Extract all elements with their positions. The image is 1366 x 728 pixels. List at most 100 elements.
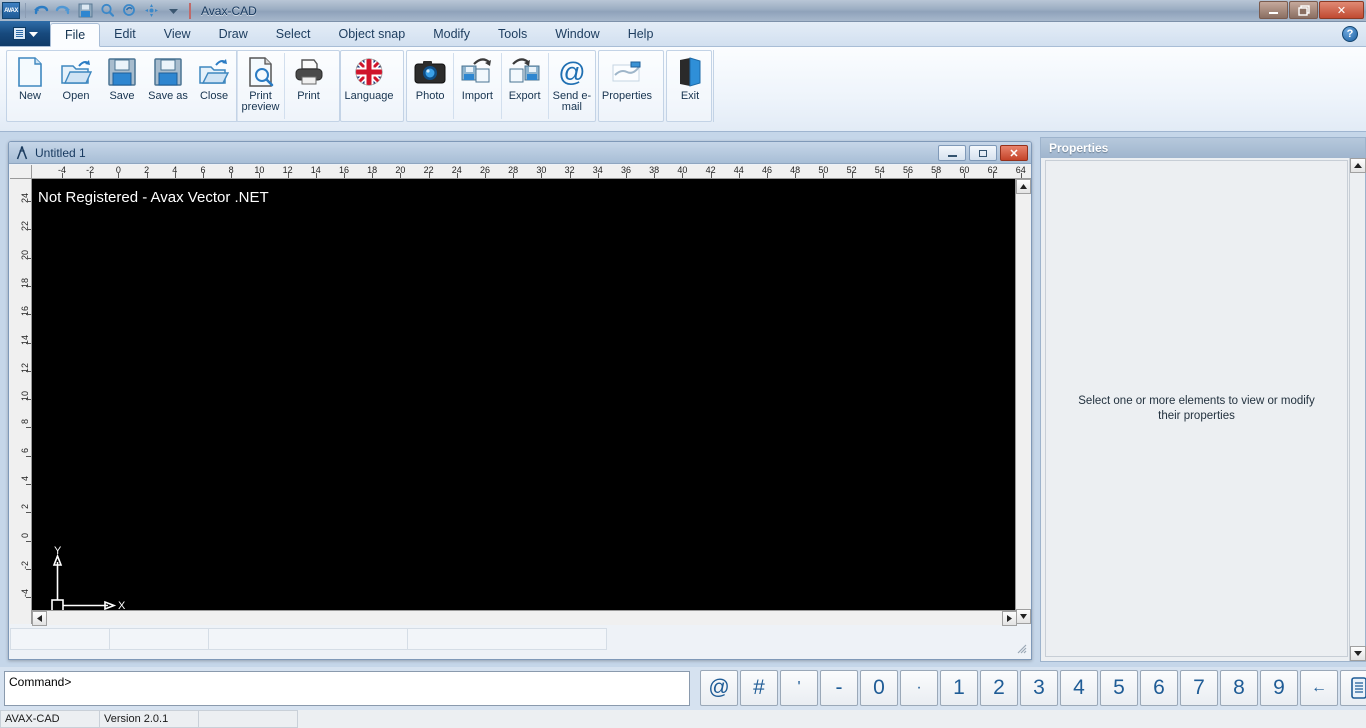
properties-button[interactable]: Properties (599, 51, 655, 121)
key-minus[interactable]: - (820, 670, 858, 706)
caret-right-icon (1007, 615, 1012, 622)
window-close-button[interactable]: ✕ (1319, 1, 1364, 19)
key-8[interactable]: 8 (1220, 670, 1258, 706)
import-icon (461, 56, 493, 88)
workspace: Untitled 1 ✕ -4 -2 0 2 4 6 8 10 12 14 16 18 20 22 24 26… (0, 132, 1366, 667)
properties-panel-body[interactable]: Select one or more elements to view or m… (1045, 160, 1348, 657)
ribbon-group-properties: Properties (598, 50, 664, 122)
import-button[interactable]: Import (454, 51, 500, 121)
avax-app-icon[interactable]: AVAX (2, 2, 20, 19)
print-preview-button[interactable]: Print preview (237, 51, 284, 121)
export-button[interactable]: Export (502, 51, 548, 121)
tab-modify[interactable]: Modify (419, 22, 484, 46)
document-title-bar[interactable]: Untitled 1 ✕ (9, 142, 1031, 164)
application-menu-button[interactable] (0, 21, 50, 46)
ruler-tick (372, 173, 374, 178)
ribbon-group-exchange: Photo Import Export @ Send e-mail (406, 50, 596, 122)
scroll-left-button[interactable] (32, 611, 47, 626)
key-3[interactable]: 3 (1020, 670, 1058, 706)
key-9[interactable]: 9 (1260, 670, 1298, 706)
photo-button-label: Photo (415, 90, 445, 102)
key-1[interactable]: 1 (940, 670, 978, 706)
ruler-tick (428, 173, 430, 178)
send-email-button[interactable]: @ Send e-mail (549, 51, 595, 121)
key-6[interactable]: 6 (1140, 670, 1178, 706)
drawing-canvas[interactable]: Not Registered - Avax Vector .NET Y X (32, 179, 1017, 624)
ruler-tick (936, 173, 938, 178)
key-list[interactable] (1340, 670, 1366, 706)
ruler-tick-label: -4 (20, 589, 30, 598)
ruler-tick (767, 173, 768, 178)
key-hash[interactable]: # (740, 670, 778, 706)
ruler-tick (879, 173, 881, 178)
properties-scroll-up-button[interactable] (1350, 158, 1366, 173)
scroll-down-button[interactable] (1016, 609, 1031, 624)
ruler-tick (26, 314, 31, 316)
pan-icon[interactable] (141, 2, 161, 20)
redo-icon[interactable] (53, 2, 73, 20)
tab-help[interactable]: Help (614, 22, 668, 46)
window-minimize-button[interactable] (1259, 1, 1288, 19)
tab-edit[interactable]: Edit (100, 22, 150, 46)
canvas-horizontal-scrollbar[interactable] (32, 610, 1017, 626)
resize-grip[interactable] (1015, 642, 1027, 654)
properties-scrollbar[interactable] (1349, 158, 1366, 661)
tab-file[interactable]: File (50, 23, 101, 47)
save-icon[interactable] (75, 2, 95, 20)
document-maximize-button[interactable] (969, 145, 997, 161)
ruler-tick (26, 399, 31, 401)
key-backspace[interactable]: ← (1300, 670, 1338, 706)
key-5[interactable]: 5 (1100, 670, 1138, 706)
undo-icon[interactable] (31, 2, 51, 20)
save-as-button[interactable]: Save as (145, 51, 191, 121)
document-close-button[interactable]: ✕ (1000, 145, 1028, 161)
properties-button-label: Properties (601, 90, 653, 102)
key-apostrophe[interactable]: ' (780, 670, 818, 706)
key-decimal-point[interactable]: · (900, 670, 938, 706)
language-button-label: Language (344, 90, 394, 102)
tab-object-snap[interactable]: Object snap (325, 22, 420, 46)
key-0[interactable]: 0 (860, 670, 898, 706)
new-button[interactable]: New (7, 51, 53, 121)
document-minimize-button[interactable] (938, 145, 966, 161)
key-at[interactable]: @ (700, 670, 738, 706)
save-as-button-label: Save as (148, 90, 188, 102)
photo-button[interactable]: Photo (407, 51, 453, 121)
qat-dropdown-icon[interactable] (163, 2, 183, 20)
scroll-right-button[interactable] (1002, 611, 1017, 626)
document-status-cell (10, 628, 110, 650)
exit-button[interactable]: Exit (667, 51, 713, 121)
canvas-vertical-scrollbar[interactable] (1015, 179, 1031, 624)
key-4[interactable]: 4 (1060, 670, 1098, 706)
tab-tools[interactable]: Tools (484, 22, 541, 46)
language-button[interactable]: Language (341, 51, 397, 121)
chevron-down-icon (28, 31, 38, 37)
scroll-up-button[interactable] (1016, 179, 1031, 194)
ruler-tick (315, 173, 317, 178)
save-button[interactable]: Save (99, 51, 145, 121)
tab-view[interactable]: View (150, 22, 205, 46)
ruler-tick (62, 173, 63, 178)
zoom-previous-icon[interactable] (119, 2, 139, 20)
help-icon[interactable]: ? (1342, 26, 1358, 42)
properties-scroll-down-button[interactable] (1350, 646, 1366, 661)
open-button[interactable]: Open (53, 51, 99, 121)
window-restore-button[interactable] (1289, 1, 1318, 19)
open-button-label: Open (62, 90, 90, 102)
close-button[interactable]: Close (191, 51, 237, 121)
tab-draw[interactable]: Draw (205, 22, 262, 46)
ruler-tick (654, 173, 656, 178)
tab-select[interactable]: Select (262, 22, 325, 46)
document-status-cell (109, 628, 209, 650)
key-7[interactable]: 7 (1180, 670, 1218, 706)
key-2[interactable]: 2 (980, 670, 1018, 706)
tab-window[interactable]: Window (541, 22, 613, 46)
print-button[interactable]: Print (285, 51, 332, 121)
zoom-window-icon[interactable] (97, 2, 117, 20)
status-bar: AVAX-CAD Version 2.0.1 (0, 710, 1366, 728)
ruler-corner (10, 165, 32, 179)
document-window-controls: ✕ (938, 145, 1028, 161)
command-input[interactable]: Command> (4, 671, 690, 706)
ruler-tick (626, 173, 627, 178)
exit-button-label: Exit (680, 90, 700, 102)
